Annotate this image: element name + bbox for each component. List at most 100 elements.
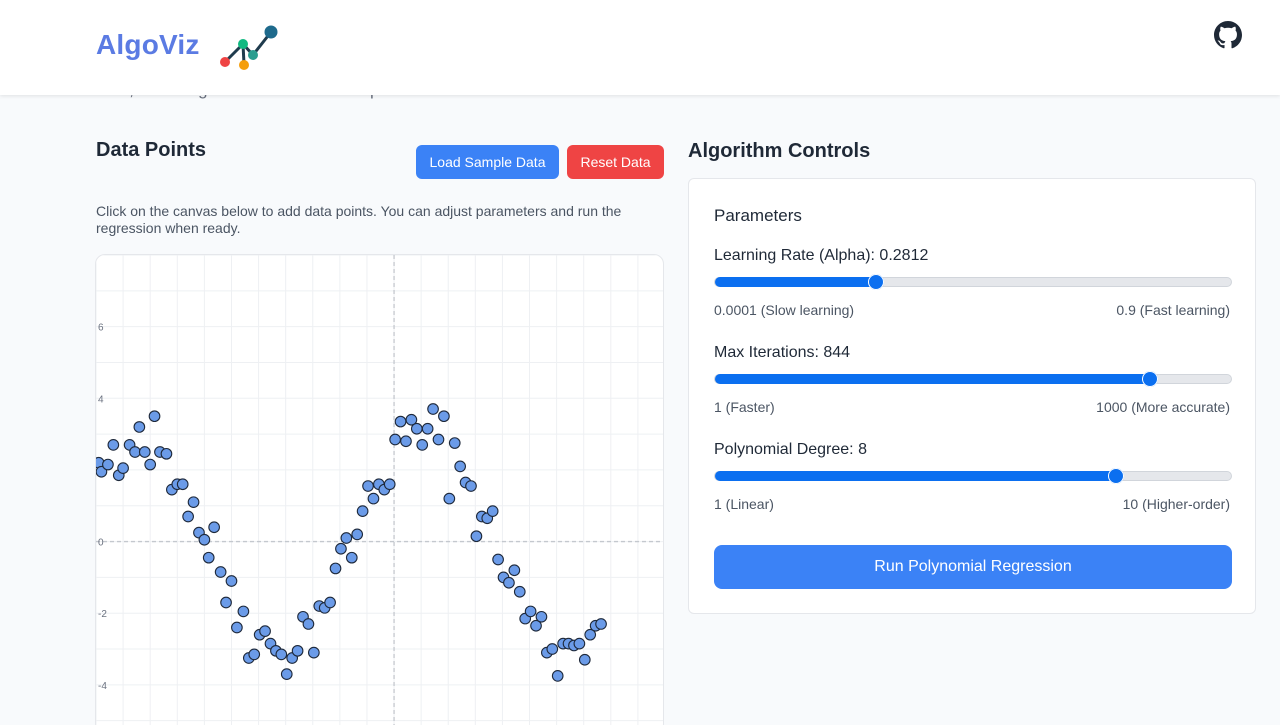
run-polynomial-regression-button[interactable]: Run Polynomial Regression xyxy=(714,545,1232,589)
max-iterations-slider-thumb[interactable] xyxy=(1142,371,1159,387)
data-point[interactable] xyxy=(546,643,559,655)
polynomial-degree-max-label: 10 (Higher-order) xyxy=(1122,496,1230,512)
scatter-plot[interactable]: 6 4 0 -2 -4 xyxy=(96,255,664,725)
data-point[interactable] xyxy=(133,421,146,433)
data-point[interactable] xyxy=(356,505,369,517)
data-point[interactable] xyxy=(573,637,586,650)
data-point[interactable] xyxy=(198,533,211,546)
data-point[interactable] xyxy=(416,439,429,451)
data-point[interactable] xyxy=(225,575,238,587)
reset-data-button[interactable]: Reset Data xyxy=(567,145,664,179)
data-point[interactable] xyxy=(275,648,288,661)
data-point[interactable] xyxy=(454,460,467,473)
data-point[interactable] xyxy=(259,625,271,637)
data-point[interactable] xyxy=(129,446,141,458)
data-point[interactable] xyxy=(237,605,250,618)
data-point[interactable] xyxy=(335,542,347,555)
data-point[interactable] xyxy=(102,458,114,471)
data-point[interactable] xyxy=(220,596,232,609)
data-point[interactable] xyxy=(324,596,336,609)
polynomial-degree-slider-fill xyxy=(715,471,1117,481)
data-point[interactable] xyxy=(448,437,461,449)
data-point[interactable] xyxy=(513,585,526,598)
learning-rate-slider[interactable] xyxy=(714,274,1232,290)
y-tick-label: -4 xyxy=(98,681,107,692)
data-point[interactable] xyxy=(524,605,537,618)
data-point[interactable] xyxy=(148,410,161,423)
data-point[interactable] xyxy=(394,415,407,428)
data-points-canvas[interactable]: 6 4 0 -2 -4 xyxy=(95,254,664,725)
data-point[interactable] xyxy=(367,492,380,505)
max-iterations-min-label: 1 (Faster) xyxy=(714,399,775,415)
data-point[interactable] xyxy=(389,433,401,446)
data-point[interactable] xyxy=(578,653,591,666)
data-point[interactable] xyxy=(443,492,456,505)
app-header: AlgoViz xyxy=(0,0,1280,95)
data-point[interactable] xyxy=(302,618,315,630)
data-point[interactable] xyxy=(340,532,353,544)
learning-rate-slider-fill xyxy=(715,277,877,287)
data-point[interactable] xyxy=(595,618,607,630)
max-iterations-slider-fill xyxy=(715,374,1151,384)
data-point[interactable] xyxy=(400,435,412,448)
data-point[interactable] xyxy=(291,644,304,657)
data-point[interactable] xyxy=(492,553,504,566)
data-point[interactable] xyxy=(486,505,499,517)
load-sample-data-button[interactable]: Load Sample Data xyxy=(416,145,559,179)
data-point[interactable] xyxy=(410,422,423,435)
data-point[interactable] xyxy=(144,458,157,471)
data-point[interactable] xyxy=(280,668,293,680)
learning-rate-label: Learning Rate (Alpha): 0.2812 xyxy=(714,247,929,264)
canvas-instructions: Click on the canvas below to add data po… xyxy=(96,203,622,236)
data-point[interactable] xyxy=(535,610,548,623)
max-iterations-slider[interactable] xyxy=(714,371,1232,387)
data-point[interactable] xyxy=(160,447,173,460)
data-points-title: Data Points xyxy=(96,139,207,161)
data-point[interactable] xyxy=(465,480,477,492)
data-point[interactable] xyxy=(176,478,189,491)
polynomial-degree-slider-thumb[interactable] xyxy=(1108,468,1125,484)
data-point[interactable] xyxy=(383,478,396,491)
data-point[interactable] xyxy=(470,530,483,543)
y-tick-label: 6 xyxy=(98,323,104,334)
data-point[interactable] xyxy=(208,521,220,534)
data-point[interactable] xyxy=(187,496,200,509)
data-point[interactable] xyxy=(421,422,434,435)
data-point[interactable] xyxy=(362,480,374,492)
data-point[interactable] xyxy=(307,646,320,659)
polynomial-degree-label: Polynomial Degree: 8 xyxy=(714,441,867,458)
data-point[interactable] xyxy=(438,410,450,423)
data-point[interactable] xyxy=(138,446,151,458)
y-tick-labels: 6 4 0 -2 -4 xyxy=(98,323,107,692)
github-icon[interactable] xyxy=(1214,21,1242,49)
data-point[interactable] xyxy=(202,551,215,564)
parameters-heading: Parameters xyxy=(714,206,802,225)
parameters-card: Parameters Learning Rate (Alpha): 0.2812… xyxy=(688,178,1256,614)
data-point[interactable] xyxy=(214,566,227,578)
data-point[interactable] xyxy=(117,462,129,474)
data-point[interactable] xyxy=(107,439,120,451)
data-point[interactable] xyxy=(427,403,439,415)
polynomial-degree-min-label: 1 (Linear) xyxy=(714,496,774,512)
brand-title[interactable]: AlgoViz xyxy=(96,29,200,61)
data-point[interactable] xyxy=(345,551,358,564)
data-point[interactable] xyxy=(508,564,521,577)
max-iterations-max-label: 1000 (More accurate) xyxy=(1096,399,1230,415)
algorithm-controls-title: Algorithm Controls xyxy=(688,140,871,162)
data-point[interactable] xyxy=(432,433,445,446)
data-point[interactable] xyxy=(182,510,194,523)
data-point[interactable] xyxy=(351,528,364,541)
y-tick-label: 4 xyxy=(98,394,104,405)
learning-rate-slider-thumb[interactable] xyxy=(868,274,885,290)
data-point[interactable] xyxy=(231,621,243,634)
data-point[interactable] xyxy=(551,670,564,682)
max-iterations-label: Max Iterations: 844 xyxy=(714,344,851,361)
line-chart-nodes-icon xyxy=(220,25,278,70)
y-tick-label: 0 xyxy=(98,538,104,549)
data-point[interactable] xyxy=(329,562,342,575)
data-point[interactable] xyxy=(503,576,515,589)
learning-rate-min-label: 0.0001 (Slow learning) xyxy=(714,302,855,318)
data-point[interactable] xyxy=(248,648,261,661)
polynomial-degree-slider[interactable] xyxy=(714,468,1232,484)
y-tick-label: -2 xyxy=(98,609,107,620)
